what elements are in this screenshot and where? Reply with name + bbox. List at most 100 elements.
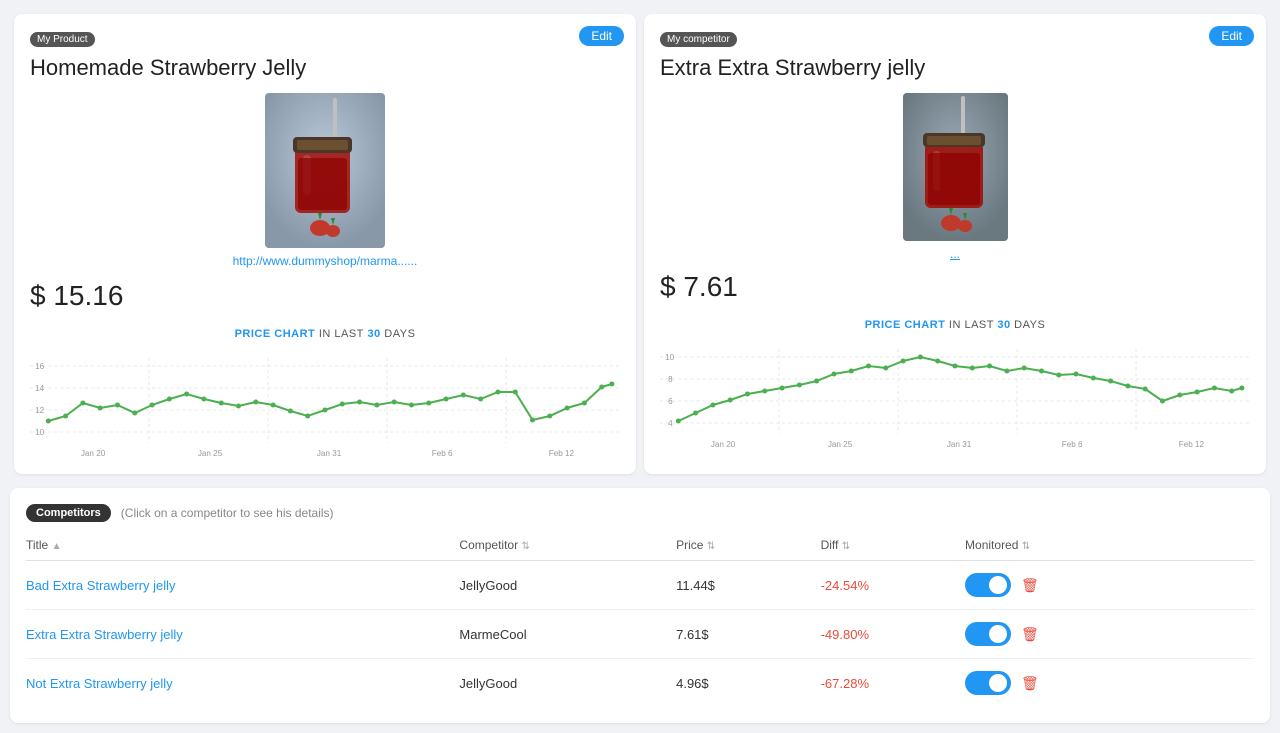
row-1-delete-icon[interactable]: 🗑 xyxy=(1021,577,1039,594)
row-3-diff: -67.28% xyxy=(821,676,965,691)
competitor-image xyxy=(903,93,1008,241)
col-monitored: Monitored ⇅ xyxy=(965,538,1254,552)
svg-text:10: 10 xyxy=(665,353,675,362)
row-1-diff: -24.54% xyxy=(821,578,965,593)
competitors-section: Competitors (Click on a competitor to se… xyxy=(10,488,1270,723)
row-2-price: 7.61$ xyxy=(676,627,820,642)
my-product-edit-button[interactable]: Edit xyxy=(579,26,624,46)
my-product-chart-section: PRICE CHART IN LAST 30 DAYS xyxy=(30,328,620,458)
my-product-image xyxy=(265,93,385,248)
competitor-sort-icon[interactable]: ⇅ xyxy=(521,541,529,552)
my-product-image-wrap xyxy=(30,93,620,248)
competitor-edit-button[interactable]: Edit xyxy=(1209,26,1254,46)
col-title-label: Title xyxy=(26,538,48,552)
svg-text:10: 10 xyxy=(35,428,45,437)
competitor-image-svg xyxy=(903,93,1008,241)
col-diff: Diff ⇅ xyxy=(821,538,965,552)
diff-sort-icon[interactable]: ⇅ xyxy=(842,541,850,552)
row-2-competitor: MarmeCool xyxy=(459,627,676,642)
row-3-title: Not Extra Strawberry jelly xyxy=(26,676,459,691)
table-row: Bad Extra Strawberry jelly JellyGood 11.… xyxy=(26,561,1254,610)
row-1-title-link[interactable]: Bad Extra Strawberry jelly xyxy=(26,578,176,593)
competitor-image-wrap xyxy=(660,93,1250,241)
svg-text:Jan 31: Jan 31 xyxy=(947,440,972,449)
table-row: Not Extra Strawberry jelly JellyGood 4.9… xyxy=(26,659,1254,707)
row-1-toggle[interactable] xyxy=(965,573,1011,597)
row-3-monitored: 🗑 xyxy=(965,671,1254,695)
competitor-chart: 10 8 6 4 Jan 20 Jan 25 Jan 31 Feb 6 Feb … xyxy=(660,339,1250,449)
row-2-toggle[interactable] xyxy=(965,622,1011,646)
row-3-title-link[interactable]: Not Extra Strawberry jelly xyxy=(26,676,173,691)
row-3-toggle[interactable] xyxy=(965,671,1011,695)
col-monitored-label: Monitored xyxy=(965,538,1018,552)
my-chart-svg: 16 14 12 10 Jan 20 Jan 25 Jan 31 Feb 6 F… xyxy=(30,348,620,458)
col-price-label: Price xyxy=(676,538,703,552)
comp-chart-svg: 10 8 6 4 Jan 20 Jan 25 Jan 31 Feb 6 Feb … xyxy=(660,339,1250,449)
svg-text:4: 4 xyxy=(668,419,673,428)
row-1-toggle-slider xyxy=(965,573,1011,597)
table-header: Title ▲ Competitor ⇅ Price ⇅ Diff ⇅ Moni… xyxy=(26,538,1254,561)
row-3-delete-icon[interactable]: 🗑 xyxy=(1021,675,1039,692)
svg-text:Jan 20: Jan 20 xyxy=(81,449,106,458)
competitor-panel: My competitor Edit Extra Extra Strawberr… xyxy=(644,14,1266,474)
svg-text:Jan 25: Jan 25 xyxy=(828,440,853,449)
price-sort-icon[interactable]: ⇅ xyxy=(707,541,715,552)
competitor-link[interactable]: ... xyxy=(660,247,1250,261)
my-product-link[interactable]: http://www.dummyshop/marma...... xyxy=(30,254,620,268)
monitored-sort-icon[interactable]: ⇅ xyxy=(1022,541,1030,552)
svg-text:Feb 12: Feb 12 xyxy=(1179,440,1205,449)
row-2-toggle-slider xyxy=(965,622,1011,646)
competitor-price: $ 7.61 xyxy=(660,271,1250,303)
competitor-badge: My competitor xyxy=(660,32,737,47)
competitors-badge: Competitors xyxy=(26,504,111,522)
chart-days-suffix: DAYS xyxy=(384,328,415,340)
svg-text:Feb 6: Feb 6 xyxy=(432,449,453,458)
svg-text:Feb 12: Feb 12 xyxy=(549,449,575,458)
my-product-image-svg xyxy=(265,93,385,248)
row-2-delete-icon[interactable]: 🗑 xyxy=(1021,626,1039,643)
svg-text:14: 14 xyxy=(35,384,45,393)
col-title: Title ▲ xyxy=(26,538,459,552)
svg-text:8: 8 xyxy=(668,375,673,384)
row-3-competitor: JellyGood xyxy=(459,676,676,691)
my-product-badge: My Product xyxy=(30,32,95,47)
competitors-header: Competitors (Click on a competitor to se… xyxy=(26,504,1254,522)
col-price: Price ⇅ xyxy=(676,538,820,552)
row-2-title-link[interactable]: Extra Extra Strawberry jelly xyxy=(26,627,183,642)
row-1-monitored: 🗑 xyxy=(965,573,1254,597)
row-2-title: Extra Extra Strawberry jelly xyxy=(26,627,459,642)
chart-days: 30 xyxy=(367,328,380,340)
comp-chart-days-suffix: DAYS xyxy=(1014,319,1045,331)
row-1-title: Bad Extra Strawberry jelly xyxy=(26,578,459,593)
title-sort-icon[interactable]: ▲ xyxy=(52,541,62,552)
row-1-competitor: JellyGood xyxy=(459,578,676,593)
my-product-chart-title: PRICE CHART IN LAST 30 DAYS xyxy=(30,328,620,340)
svg-text:16: 16 xyxy=(35,362,45,371)
svg-text:Jan 20: Jan 20 xyxy=(711,440,736,449)
competitor-chart-section: PRICE CHART IN LAST 30 DAYS xyxy=(660,319,1250,449)
my-product-chart: 16 14 12 10 Jan 20 Jan 25 Jan 31 Feb 6 F… xyxy=(30,348,620,458)
svg-text:Feb 6: Feb 6 xyxy=(1062,440,1083,449)
comp-chart-days: 30 xyxy=(997,319,1010,331)
svg-text:6: 6 xyxy=(668,397,673,406)
my-product-price: $ 15.16 xyxy=(30,280,620,312)
col-diff-label: Diff xyxy=(821,538,839,552)
col-competitor-label: Competitor xyxy=(459,538,518,552)
svg-text:Jan 31: Jan 31 xyxy=(317,449,342,458)
row-3-price: 4.96$ xyxy=(676,676,820,691)
svg-text:Jan 25: Jan 25 xyxy=(198,449,223,458)
competitors-hint: (Click on a competitor to see his detail… xyxy=(121,506,334,520)
comp-chart-in: IN LAST xyxy=(949,319,997,331)
table-row: Extra Extra Strawberry jelly MarmeCool 7… xyxy=(26,610,1254,659)
chart-in-text: IN LAST xyxy=(319,328,364,340)
row-3-toggle-slider xyxy=(965,671,1011,695)
competitor-title: Extra Extra Strawberry jelly xyxy=(660,55,1250,81)
row-1-price: 11.44$ xyxy=(676,578,820,593)
competitor-chart-title: PRICE CHART IN LAST 30 DAYS xyxy=(660,319,1250,331)
my-product-panel: My Product Edit Homemade Strawberry Jell… xyxy=(14,14,636,474)
col-competitor: Competitor ⇅ xyxy=(459,538,676,552)
svg-text:12: 12 xyxy=(35,406,45,415)
competitors-table: Title ▲ Competitor ⇅ Price ⇅ Diff ⇅ Moni… xyxy=(26,538,1254,707)
row-2-diff: -49.80% xyxy=(821,627,965,642)
row-2-monitored: 🗑 xyxy=(965,622,1254,646)
